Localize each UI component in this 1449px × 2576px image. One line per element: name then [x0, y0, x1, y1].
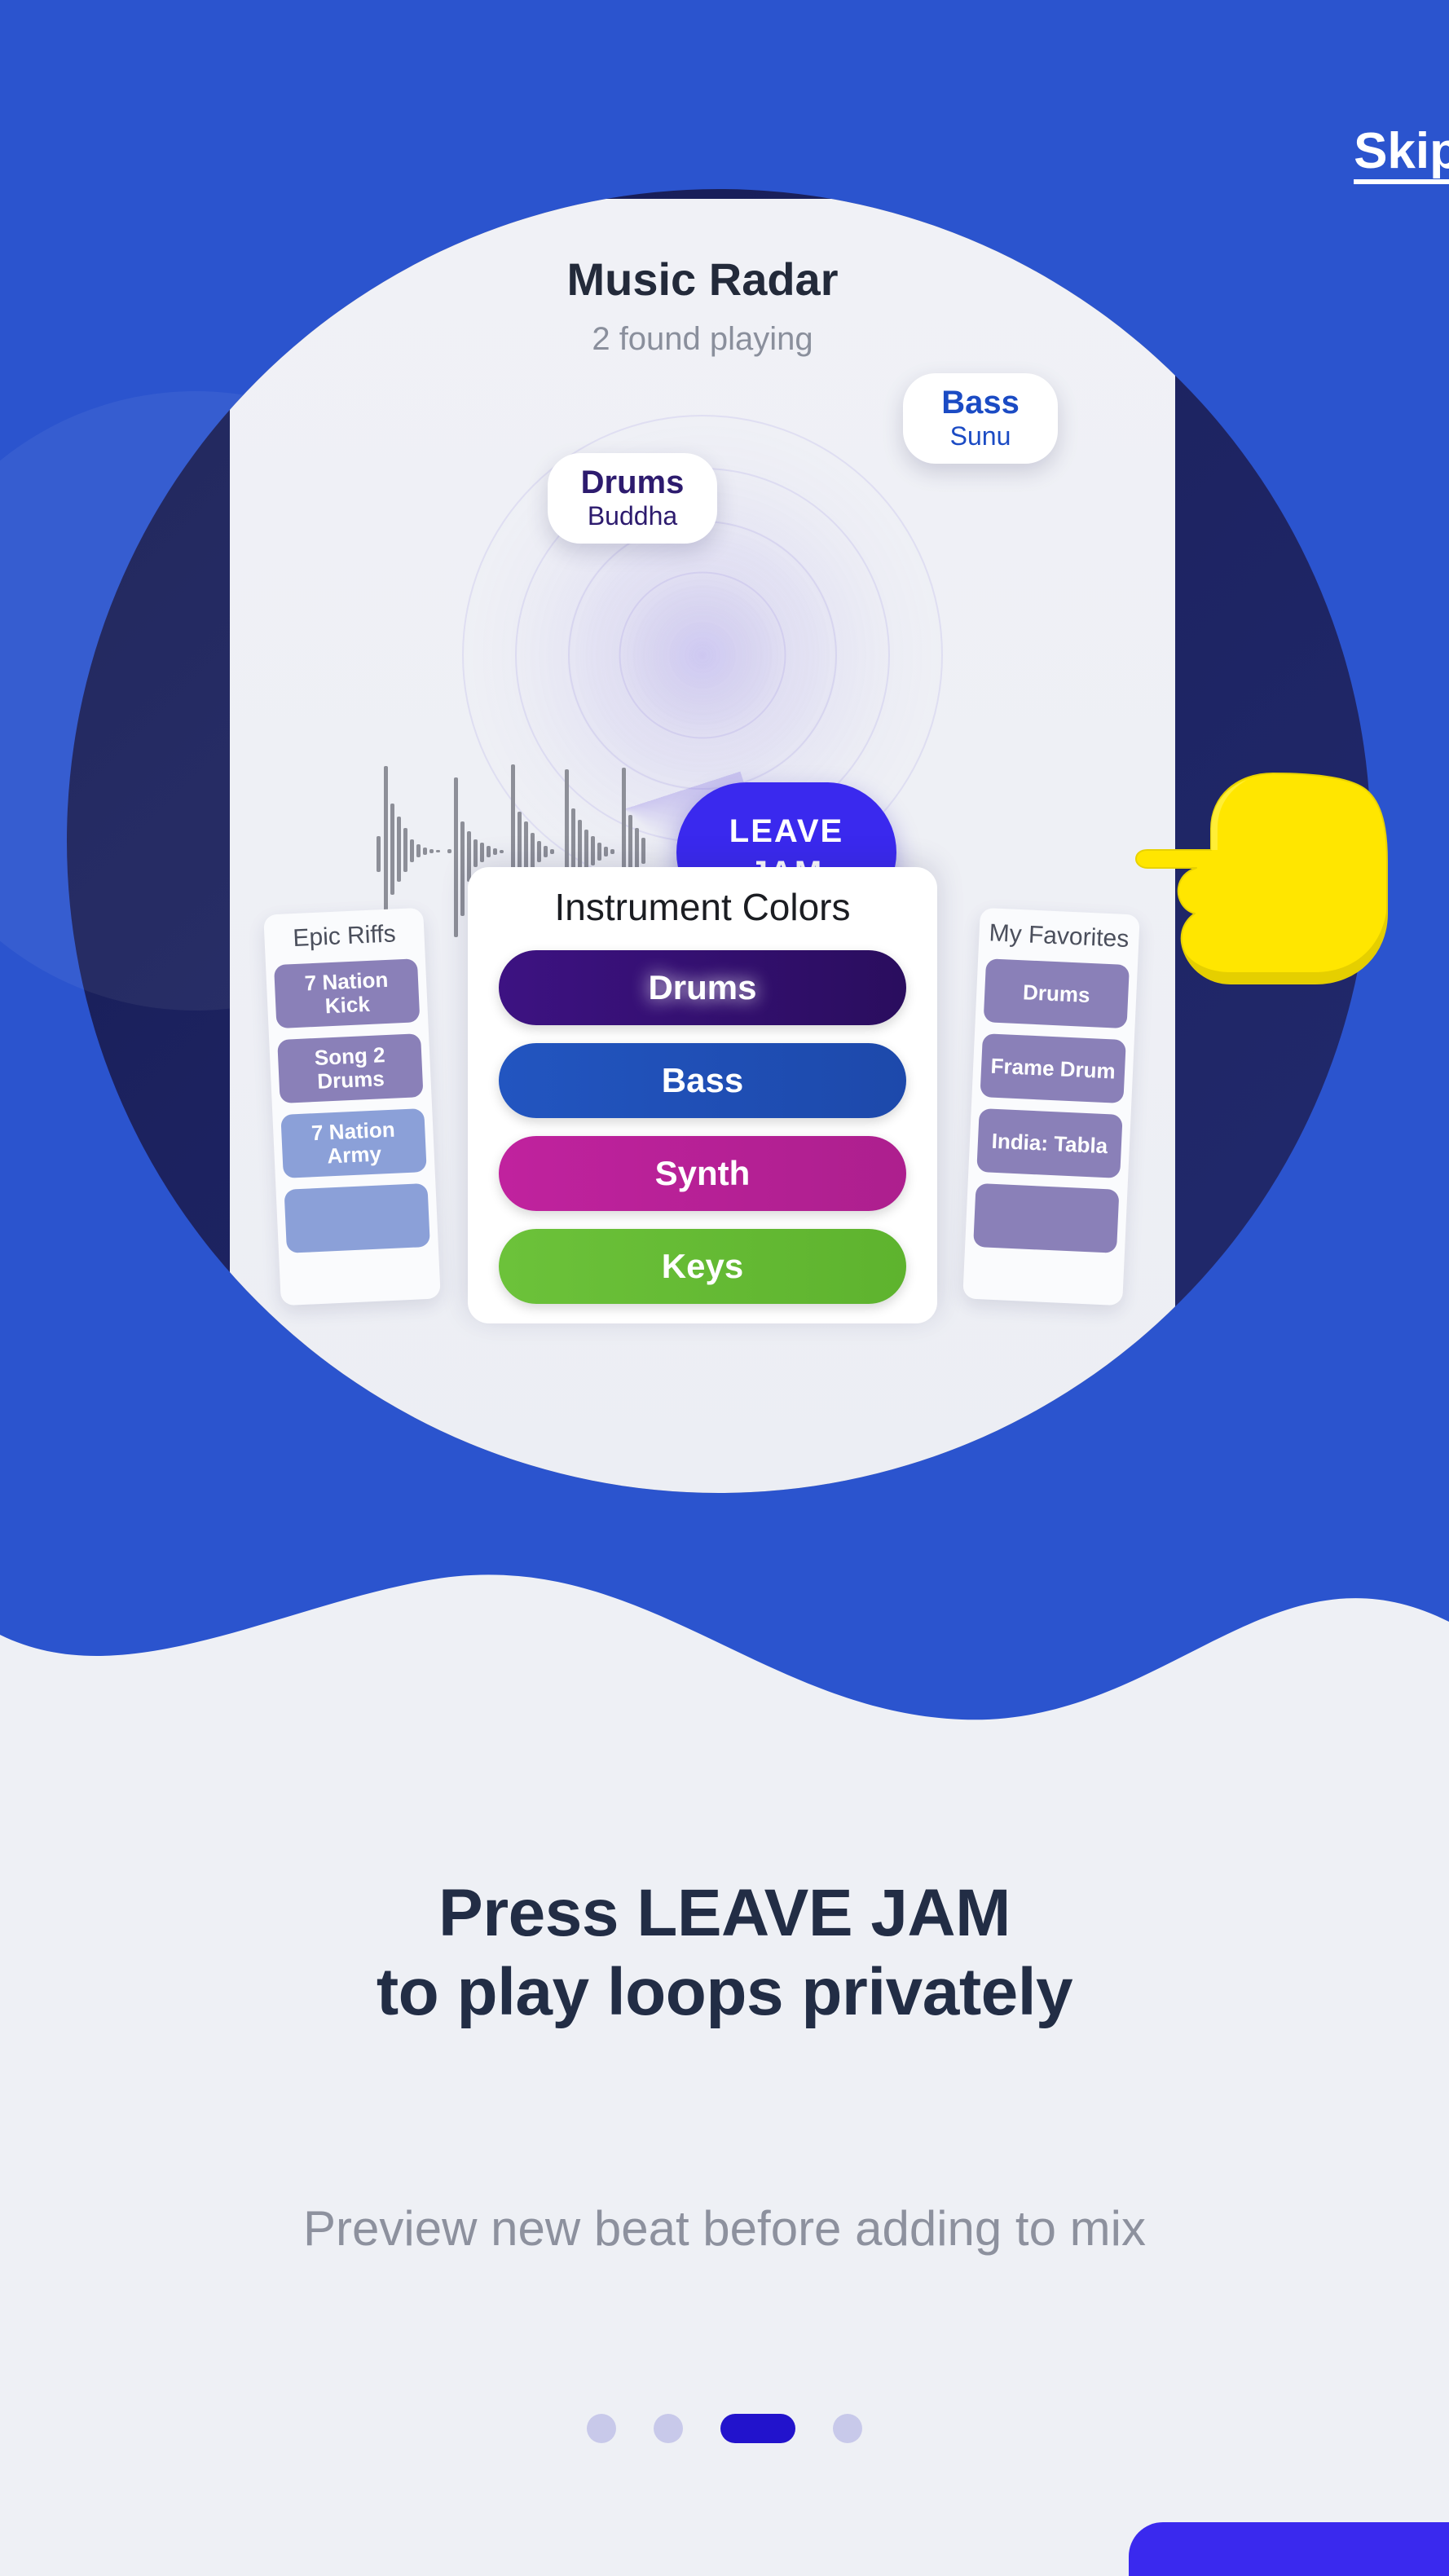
pagination-dot-1[interactable]	[587, 2414, 616, 2443]
list-item[interactable]: 7 Nation Army	[280, 1108, 426, 1178]
list-item[interactable]: Frame Drum	[980, 1033, 1125, 1103]
pagination-dot-3-active[interactable]	[720, 2414, 795, 2443]
page-subtitle: Preview new beat before adding to mix	[0, 2200, 1449, 2257]
pointing-left-hand-icon	[1133, 754, 1394, 998]
radar-badge-drums[interactable]: Drums Buddha	[548, 453, 717, 544]
my-favorites-title: My Favorites	[979, 919, 1139, 954]
skip-link[interactable]: Skip	[1354, 122, 1449, 180]
instrument-button-drums[interactable]: Drums	[499, 950, 906, 1025]
list-item[interactable]: Song 2 Drums	[277, 1033, 423, 1103]
list-item[interactable]: India: Tabla	[976, 1108, 1122, 1178]
radar-subtitle: 2 found playing	[230, 321, 1175, 358]
epic-riffs-panel: Epic Riffs 7 Nation Kick Song 2 Drums 7 …	[263, 908, 441, 1306]
pagination-dot-2[interactable]	[654, 2414, 683, 2443]
badge-instrument-label: Bass	[924, 385, 1037, 421]
epic-riffs-title: Epic Riffs	[264, 919, 425, 954]
instrument-button-keys[interactable]: Keys	[499, 1229, 906, 1304]
list-item[interactable]: 7 Nation Kick	[274, 958, 420, 1028]
pagination-dot-4[interactable]	[833, 2414, 862, 2443]
headline-line-1: Press LEAVE JAM	[438, 1876, 1011, 1950]
radar-badge-bass[interactable]: Bass Sunu	[903, 373, 1058, 464]
page-title: Press LEAVE JAM to play loops privately	[0, 1874, 1449, 2032]
my-favorites-panel: My Favorites Drums Frame Drum India: Tab…	[962, 908, 1140, 1306]
onboarding-screen: Skip Music Radar 2 found playing Bass Su…	[0, 0, 1449, 2576]
pagination-dots	[0, 2414, 1449, 2443]
leave-jam-line1: LEAVE	[729, 811, 843, 852]
instrument-colors-title: Instrument Colors	[499, 885, 906, 929]
instrument-button-synth[interactable]: Synth	[499, 1136, 906, 1211]
instrument-button-bass[interactable]: Bass	[499, 1043, 906, 1118]
list-item[interactable]	[284, 1183, 430, 1253]
headline-line-2: to play loops privately	[0, 1953, 1449, 2032]
badge-instrument-label: Drums	[569, 465, 696, 501]
list-item[interactable]	[973, 1183, 1119, 1253]
radar-title: Music Radar	[230, 253, 1175, 306]
list-item[interactable]: Drums	[984, 958, 1130, 1028]
instrument-colors-sheet: Instrument Colors Drums Bass Synth Keys	[468, 867, 937, 1323]
badge-user-label: Buddha	[569, 501, 696, 532]
badge-user-label: Sunu	[924, 421, 1037, 452]
next-button[interactable]	[1129, 2522, 1449, 2576]
phone-screen: Music Radar 2 found playing Bass Sunu Dr…	[230, 199, 1175, 1493]
